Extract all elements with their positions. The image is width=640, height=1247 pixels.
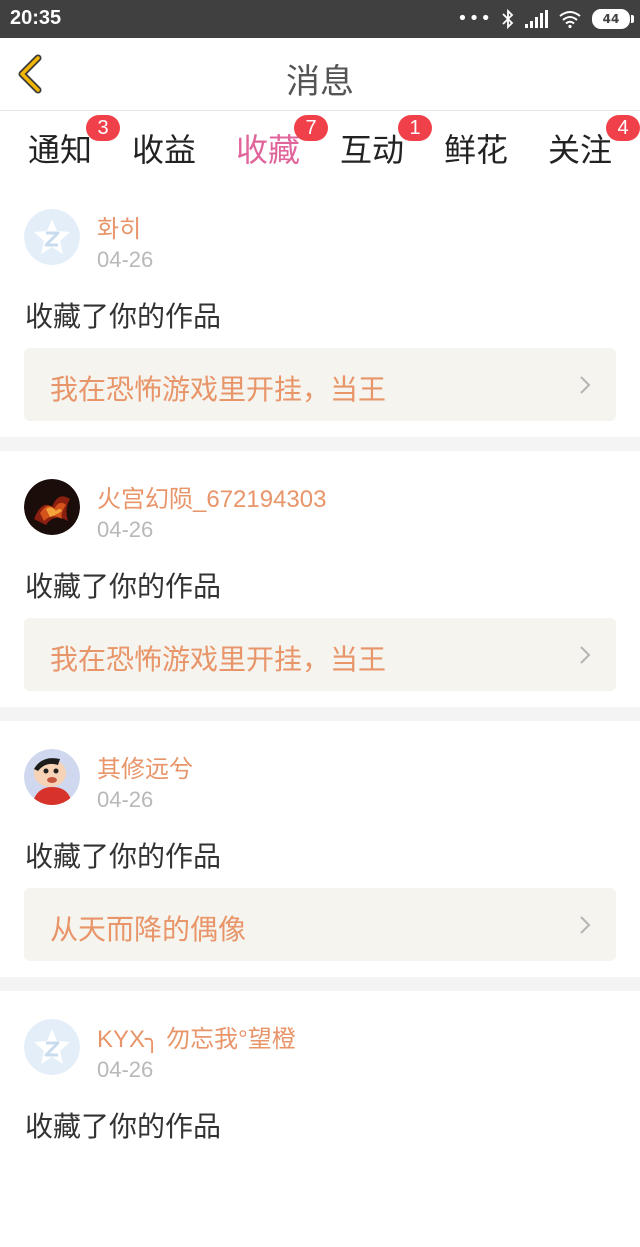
more-dots-icon: ••• — [457, 8, 492, 29]
unread-badge: 1 — [398, 115, 432, 141]
tab-favorites[interactable]: 收藏 7 — [228, 115, 328, 186]
tab-label: 关注 — [547, 131, 612, 169]
action-text: 收藏了你的作品 — [25, 840, 222, 873]
header: 消息 — [0, 38, 640, 111]
chevron-right-icon — [580, 916, 591, 934]
work-title: 我在恐怖游戏里开挂，当王 — [50, 373, 387, 406]
battery-icon: 44 — [592, 9, 634, 29]
date: 04-26 — [97, 1057, 154, 1082]
battery-tip — [631, 15, 634, 23]
divider — [0, 437, 640, 451]
avatar[interactable] — [24, 479, 80, 535]
tab-follows[interactable]: 关注 4 — [540, 115, 640, 175]
avatar[interactable] — [24, 749, 80, 805]
date: 04-26 — [97, 517, 154, 542]
date: 04-26 — [97, 247, 154, 272]
unread-badge: 3 — [86, 115, 120, 141]
avatar[interactable] — [24, 1019, 80, 1075]
tab-bar: 通知 3 收益 收藏 7 互动 1 鲜花 关注 4 — [0, 111, 640, 186]
tab-earnings[interactable]: 收益 — [124, 125, 204, 175]
work-link[interactable]: 我在恐怖游戏里开挂，当王 — [24, 618, 616, 691]
action-text: 收藏了你的作品 — [25, 1110, 222, 1143]
status-bar: 20:35 ••• 44 — [0, 0, 640, 38]
chevron-right-icon — [580, 646, 591, 664]
battery-level: 44 — [602, 12, 620, 26]
tab-label: 通知 — [27, 131, 92, 169]
action-text: 收藏了你的作品 — [25, 300, 222, 333]
user-photo-cartoon — [24, 749, 80, 805]
list-item: KYX╮ 勿忘我°望橙 04-26 收藏了你的作品 — [0, 991, 640, 1247]
chevron-right-icon — [580, 376, 591, 394]
status-icons: ••• 44 — [457, 8, 634, 30]
work-title: 从天而降的偶像 — [50, 913, 247, 946]
avatar[interactable] — [24, 209, 80, 265]
list-item: 화히 04-26 收藏了你的作品 我在恐怖游戏里开挂，当王 — [0, 181, 640, 437]
default-avatar-icon — [24, 1019, 80, 1075]
divider — [0, 707, 640, 721]
tab-flowers[interactable]: 鲜花 — [436, 125, 516, 175]
signal-icon — [525, 10, 548, 28]
work-link[interactable]: 从天而降的偶像 — [24, 888, 616, 961]
username[interactable]: 火宫幻陨_672194303 — [97, 479, 326, 514]
divider — [0, 977, 640, 991]
tab-label: 互动 — [339, 131, 404, 169]
work-title: 我在恐怖游戏里开挂，当王 — [50, 643, 387, 676]
bluetooth-icon — [502, 9, 514, 29]
page-title: 消息 — [286, 62, 354, 102]
username[interactable]: KYX╮ 勿忘我°望橙 — [97, 1019, 296, 1054]
wifi-icon — [559, 11, 581, 28]
action-text: 收藏了你的作品 — [25, 570, 222, 603]
tab-label: 收藏 — [235, 131, 300, 169]
tab-label: 收益 — [131, 131, 196, 169]
date: 04-26 — [97, 787, 154, 812]
list-item: 火宫幻陨_672194303 04-26 收藏了你的作品 我在恐怖游戏里开挂，当… — [0, 451, 640, 707]
work-link[interactable]: 我在恐怖游戏里开挂，当王 — [24, 348, 616, 421]
username[interactable]: 其修远兮 — [97, 749, 193, 784]
unread-badge: 4 — [606, 115, 640, 141]
list-item: 其修远兮 04-26 收藏了你的作品 从天而降的偶像 — [0, 721, 640, 977]
unread-badge: 7 — [294, 115, 328, 141]
favorites-feed: 화히 04-26 收藏了你的作品 我在恐怖游戏里开挂，当王 火宫幻陨_67219… — [0, 181, 640, 1247]
tab-interactions[interactable]: 互动 1 — [332, 115, 432, 175]
username[interactable]: 화히 — [97, 209, 141, 244]
default-avatar-icon — [24, 209, 80, 265]
user-photo-fire — [24, 479, 80, 535]
tab-label: 鲜花 — [443, 131, 508, 169]
tab-notifications[interactable]: 通知 3 — [20, 115, 120, 175]
status-time: 20:35 — [10, 7, 62, 29]
